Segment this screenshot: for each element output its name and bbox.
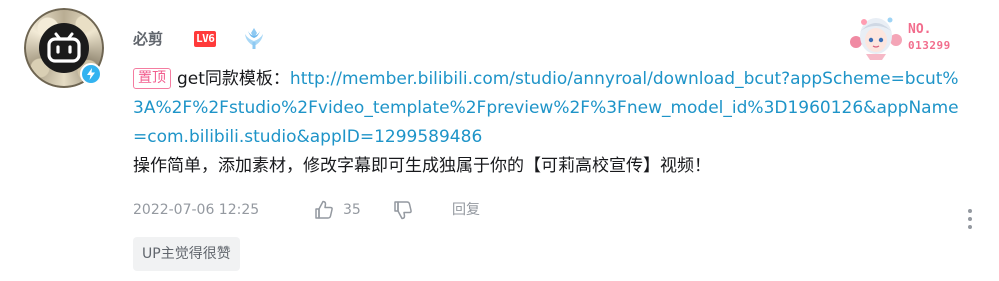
vertical-ellipsis-icon[interactable] [964, 208, 976, 230]
avatar[interactable] [24, 8, 104, 88]
thumbs-down-icon [394, 201, 412, 220]
comment-content: 置顶 get同款模板：http://member.bilibili.com/stu… [133, 65, 968, 181]
username[interactable]: 必剪 [133, 29, 163, 49]
decoration-label: NO. [908, 22, 932, 37]
content-second-line: 操作简单，添加素材，修改字幕即可生成独属于你的【可莉高校宣传】视频！ [133, 156, 711, 176]
lightning-icon [80, 63, 102, 85]
decoration-number: 013299 [908, 39, 951, 52]
up-liked-tag: UP主觉得很赞 [133, 237, 240, 271]
anime-character-icon [846, 10, 906, 60]
content-prefix: get同款模板： [177, 69, 290, 89]
medal-icon[interactable] [241, 25, 267, 51]
pin-tag: 置顶 [133, 68, 171, 89]
comment-time: 2022-07-06 12:25 [133, 202, 260, 218]
comment-item: 必剪 LV6 NO. 013299 置顶 get同款模板：http://memb… [0, 0, 999, 281]
bilibili-logo-icon [39, 23, 89, 73]
like-count: 35 [343, 202, 361, 218]
dislike-button[interactable] [392, 199, 416, 221]
level-badge: LV6 [194, 31, 217, 47]
fan-card-decoration[interactable]: NO. 013299 [846, 10, 972, 60]
reply-button[interactable]: 回复 [452, 199, 480, 221]
thumbs-up-icon [313, 199, 335, 221]
